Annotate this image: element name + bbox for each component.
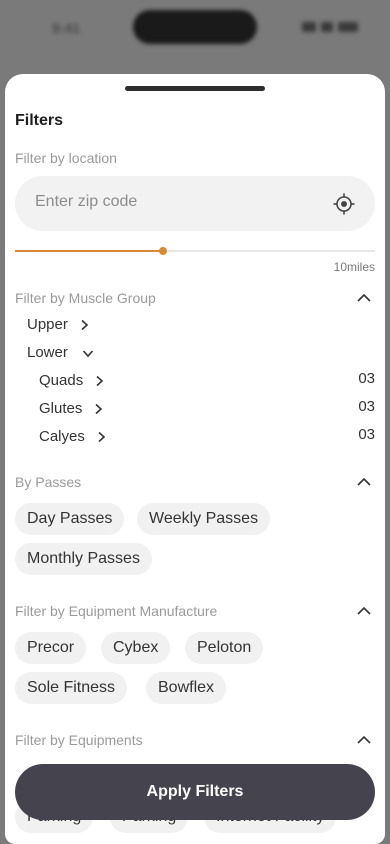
muscle-sub-label: Quads: [39, 371, 84, 389]
muscle-group-section-label: Filter by Muscle Group: [15, 290, 156, 306]
manufacturer-chip[interactable]: Cybex: [101, 632, 171, 664]
muscle-lower-item[interactable]: Lower: [27, 342, 94, 362]
pass-chip[interactable]: Day Passes: [15, 503, 125, 535]
signal-icon: [302, 22, 316, 32]
chevron-right-icon: [95, 430, 107, 443]
pass-chip[interactable]: Weekly Passes: [137, 503, 271, 535]
muscle-group-collapse-icon[interactable]: [357, 293, 371, 303]
battery-icon: [338, 22, 358, 32]
manufacturer-chip[interactable]: Bowflex: [146, 672, 227, 704]
muscle-upper-label: Upper: [27, 315, 68, 333]
distance-slider[interactable]: [15, 244, 375, 258]
muscle-sub-label: Calyes: [39, 427, 85, 445]
dynamic-island: [133, 10, 257, 44]
distance-label: 10miles: [333, 260, 375, 274]
zip-field[interactable]: [15, 176, 375, 231]
wifi-icon: [321, 22, 333, 32]
status-time: 9:41: [52, 20, 81, 36]
apply-filters-button[interactable]: Apply Filters: [15, 764, 375, 820]
sheet-drag-handle[interactable]: [125, 86, 265, 91]
sheet-title: Filters: [15, 112, 64, 129]
muscle-sub-item[interactable]: Quads: [39, 370, 105, 390]
manufacturer-chip[interactable]: Precor: [15, 632, 87, 664]
filter-sheet: Filters Filter by location 10miles Filte…: [5, 74, 385, 844]
slider-thumb[interactable]: [159, 247, 167, 255]
chevron-right-icon: [78, 318, 90, 331]
status-bar: 9:41: [0, 0, 390, 60]
zip-input[interactable]: [35, 193, 305, 211]
muscle-sub-count: 03: [358, 398, 375, 415]
pass-chip[interactable]: Monthly Passes: [15, 543, 152, 575]
chevron-right-icon: [93, 374, 105, 387]
slider-fill: [15, 250, 163, 252]
manufacturer-chip[interactable]: Sole Fitness: [15, 672, 128, 704]
equipments-collapse-icon[interactable]: [357, 735, 371, 745]
equipments-section-label: Filter by Equipments: [15, 732, 143, 748]
muscle-sub-item[interactable]: Calyes: [39, 426, 107, 446]
manufacturer-section-label: Filter by Equipment Manufacture: [15, 603, 218, 619]
status-icons: [302, 22, 358, 32]
muscle-sub-count: 03: [358, 370, 375, 387]
manufacturer-collapse-icon[interactable]: [357, 606, 371, 616]
muscle-upper-item[interactable]: Upper: [27, 314, 90, 334]
muscle-sub-label: Glutes: [39, 399, 83, 417]
location-crosshair-icon[interactable]: [333, 193, 355, 215]
muscle-lower-label: Lower: [27, 343, 68, 361]
chevron-right-icon: [92, 402, 104, 415]
chevron-down-icon: [82, 346, 94, 358]
passes-section-label: By Passes: [15, 474, 82, 490]
manufacturer-chip[interactable]: Peloton: [185, 632, 264, 664]
muscle-sub-item[interactable]: Glutes: [39, 398, 104, 418]
muscle-sub-count: 03: [358, 426, 375, 443]
passes-collapse-icon[interactable]: [357, 477, 371, 487]
location-section-label: Filter by location: [15, 150, 117, 166]
